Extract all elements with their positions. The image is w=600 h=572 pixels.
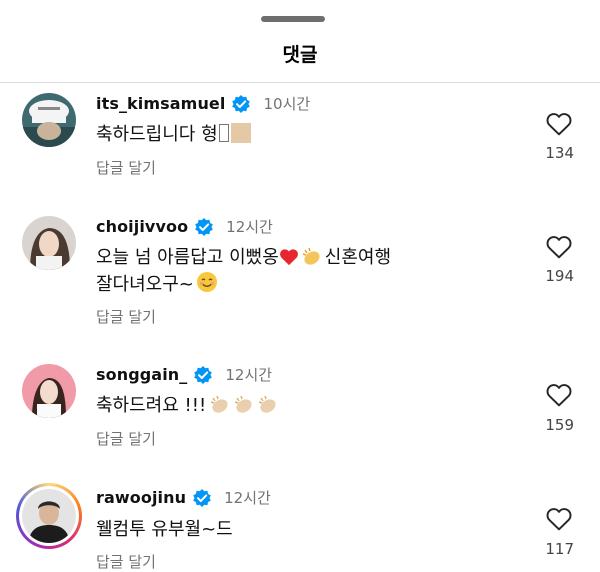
reply-button[interactable]: 답글 달기 [96,306,156,327]
comment-text-line2: 잘다녀오구~ [96,274,194,295]
like-count: 134 [545,144,574,162]
red-heart-icon [279,249,298,266]
reply-button[interactable]: 답글 달기 [96,428,156,449]
comment-text-row: 축하드립니다 형 [96,121,500,148]
comment-time: 10시간 [263,95,311,113]
clapping-hands-icon [210,395,228,413]
skin-tone-swatch-icon [230,123,251,143]
avatar[interactable] [22,364,76,418]
clapping-hands-icon [302,247,320,265]
avatar[interactable] [22,216,76,270]
header-divider [0,82,600,83]
reply-button[interactable]: 답글 달기 [96,157,156,178]
username[interactable]: songgain_ [96,365,187,384]
username[interactable]: rawoojinu [96,488,186,507]
missing-emoji-icon [218,124,229,142]
comment-text: 웰컴투 유부월~드 [96,519,233,540]
comment-time: 12시간 [225,366,273,384]
story-ring[interactable] [16,483,82,549]
verified-badge-icon [193,488,211,507]
username[interactable]: its_kimsamuel [96,94,225,113]
smiling-face-icon [196,272,217,292]
like-count: 159 [545,416,574,434]
verified-badge-icon [232,94,251,113]
heart-icon[interactable] [546,383,572,407]
heart-icon[interactable] [546,235,572,259]
comment-time: 12시간 [224,489,271,507]
comment-text-cont: 신혼여행 [324,247,392,268]
clapping-hands-icon [258,395,276,413]
avatar[interactable] [22,93,76,147]
comment-text-row: 오늘 넘 아름답고 이뻤옹 신혼여행잘다녀오구~ [96,244,500,298]
clapping-hands-icon [234,395,252,413]
reply-button[interactable]: 답글 달기 [96,551,156,572]
heart-icon[interactable] [546,112,572,136]
verified-badge-icon [194,365,213,384]
comment-text: 오늘 넘 아름답고 이뻤옹 [96,247,279,268]
comment-time: 12시간 [226,218,273,236]
comment-text: 축하드려요 !!! [96,395,207,416]
comment-text-row: 축하드려요 !!! [96,392,500,419]
sheet-drag-handle[interactable] [261,16,325,22]
sheet-title: 댓글 [282,44,318,66]
comment-text: 축하드립니다 형 [96,124,218,145]
like-count: 194 [545,267,574,285]
heart-icon[interactable] [546,507,572,531]
verified-badge-icon [195,217,213,236]
username[interactable]: choijivvoo [96,217,188,236]
like-count: 117 [545,540,574,558]
avatar[interactable] [22,489,76,543]
